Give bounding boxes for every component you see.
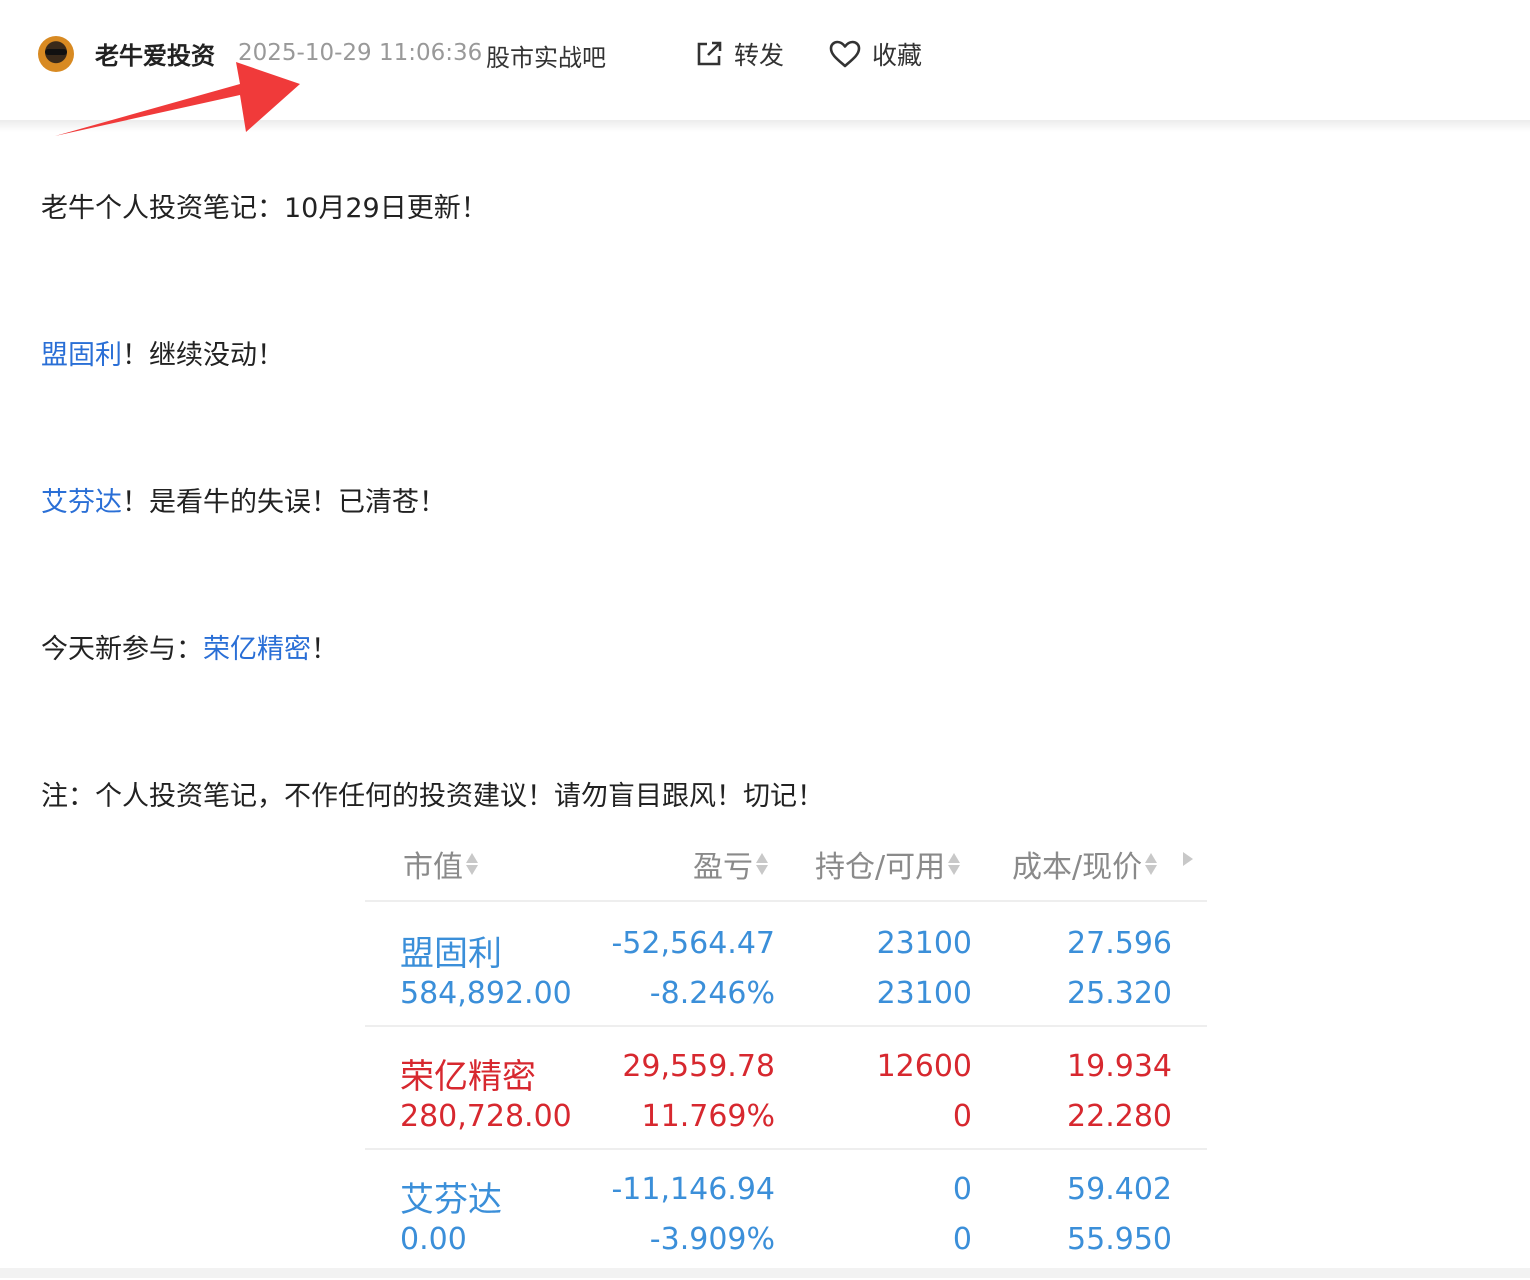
post-line-2-text: ！是看牛的失误！已清苍！	[122, 487, 446, 518]
post-line-3-prefix: 今天新参与：	[41, 634, 203, 665]
footer-strip	[0, 1268, 1530, 1278]
post-line-3-suffix: ！	[311, 634, 338, 665]
header-market-value[interactable]: 市值	[403, 842, 478, 886]
stock-link-rongyi[interactable]: 荣亿精密	[203, 634, 311, 665]
sunglasses-icon	[45, 49, 67, 55]
post-line-2: 艾芬达！是看牛的失误！已清苍！	[41, 480, 446, 519]
scroll-right-icon[interactable]	[1183, 852, 1193, 866]
post-title: 老牛个人投资笔记：10月29日更新！	[41, 193, 488, 224]
post-note: 注：个人投资笔记，不作任何的投资建议！请勿盲目跟风！切记！	[41, 781, 824, 812]
table-row[interactable]: 艾芬达 0.00 -11,146.94 -3.909% 0 0 59.402 5…	[365, 1160, 1207, 1280]
author-avatar[interactable]	[38, 36, 74, 72]
post-timestamp: 2025-10-29 11:06:36	[238, 40, 483, 66]
table-row[interactable]: 盟固利 584,892.00 -52,564.47 -8.246% 23100 …	[365, 914, 1207, 1034]
sort-icon	[466, 851, 478, 877]
position-qty: 0	[952, 1172, 972, 1207]
available-qty: 0	[952, 1222, 972, 1257]
header-position[interactable]: 持仓/可用	[815, 842, 961, 886]
share-icon	[697, 41, 722, 66]
author-name[interactable]: 老牛爱投资	[95, 36, 215, 71]
cost-price: 59.402	[1067, 1172, 1172, 1207]
post-header: 老牛爱投资 2025-10-29 11:06:36 股市实战吧 转发 收藏	[0, 0, 1530, 120]
post-line-1-text: ！继续没动！	[122, 340, 284, 371]
holdings-table: 市值 盈亏 持仓/可用 成本/现价 盟固利 584,892.00 -52,564…	[365, 820, 1207, 1270]
favorite-label: 收藏	[872, 41, 923, 70]
cost-price: 27.596	[1067, 926, 1172, 961]
sort-icon	[756, 851, 768, 877]
header-cost-price[interactable]: 成本/现价	[1012, 842, 1158, 886]
pnl-amount: 29,559.78	[622, 1049, 775, 1084]
pnl-percent: -8.246%	[649, 976, 775, 1011]
post-line-1: 盟固利！继续没动！	[41, 333, 284, 372]
position-qty: 23100	[876, 926, 972, 961]
current-price: 22.280	[1067, 1099, 1172, 1134]
header-divider	[0, 120, 1530, 132]
forum-link[interactable]: 股市实战吧	[486, 38, 606, 73]
market-value: 584,892.00	[400, 976, 572, 1011]
market-value: 0.00	[400, 1222, 467, 1257]
available-qty: 0	[952, 1099, 972, 1134]
sort-icon	[1145, 851, 1158, 877]
market-value: 280,728.00	[400, 1099, 572, 1134]
pnl-percent: -3.909%	[649, 1222, 775, 1257]
header-pnl[interactable]: 盈亏	[693, 842, 768, 886]
pnl-percent: 11.769%	[641, 1099, 775, 1134]
table-row[interactable]: 荣亿精密 280,728.00 29,559.78 11.769% 12600 …	[365, 1037, 1207, 1157]
stock-link-aifenda[interactable]: 艾芬达	[41, 487, 122, 518]
stock-name: 荣亿精密	[400, 1057, 536, 1097]
current-price: 55.950	[1067, 1222, 1172, 1257]
stock-link-menggu[interactable]: 盟固利	[41, 340, 122, 371]
favorite-button[interactable]: 收藏	[828, 36, 922, 72]
position-qty: 12600	[876, 1049, 972, 1084]
divider	[365, 1148, 1207, 1150]
heart-icon	[829, 40, 861, 68]
pnl-amount: -11,146.94	[611, 1172, 775, 1207]
cost-price: 19.934	[1067, 1049, 1172, 1084]
pnl-amount: -52,564.47	[611, 926, 775, 961]
share-label: 转发	[734, 41, 785, 70]
available-qty: 23100	[876, 976, 972, 1011]
stock-name: 盟固利	[400, 934, 502, 974]
divider	[365, 1025, 1207, 1027]
post-line-3: 今天新参与：荣亿精密！	[41, 627, 338, 666]
divider	[365, 900, 1207, 902]
current-price: 25.320	[1067, 976, 1172, 1011]
sort-icon	[948, 851, 961, 877]
share-button[interactable]: 转发	[694, 36, 784, 72]
stock-name: 艾芬达	[400, 1180, 502, 1220]
